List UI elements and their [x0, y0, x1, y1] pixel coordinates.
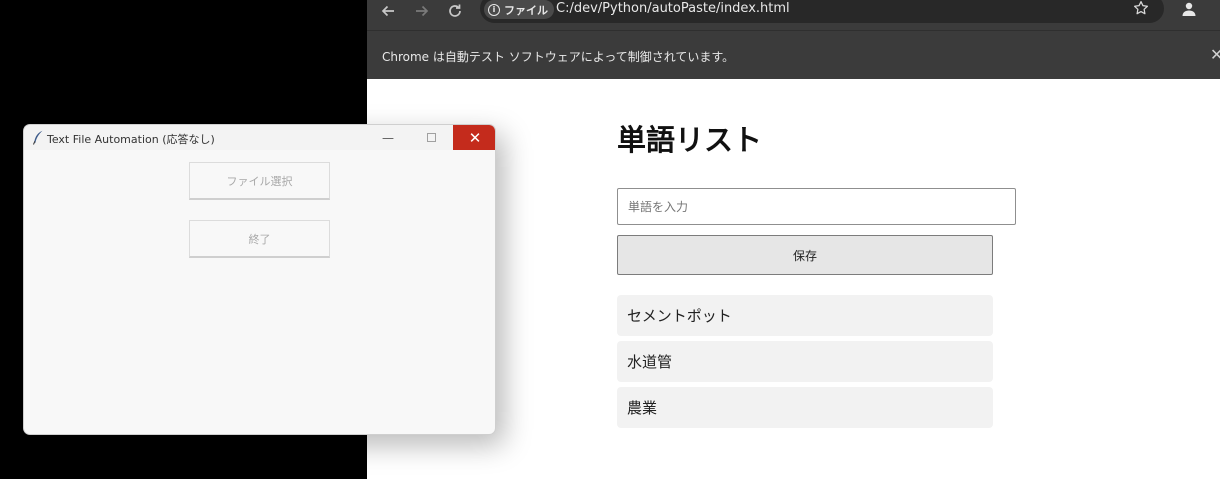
url-text[interactable]: C:/dev/Python/autoPaste/index.html — [556, 1, 790, 16]
save-button[interactable]: 保存 — [617, 235, 993, 275]
word-list-item: 農業 — [617, 387, 993, 428]
bookmark-star-icon[interactable] — [1132, 0, 1150, 17]
site-chip-label: ファイル — [504, 3, 548, 17]
window-titlebar[interactable]: Text File Automation (応答なし) — ✕ — [24, 125, 495, 150]
page-title: 単語リスト — [617, 123, 763, 157]
infobar-message: Chrome は自動テスト ソフトウェアによって制御されています。 — [382, 50, 735, 64]
info-icon: i — [488, 3, 500, 16]
word-list-item: 水道管 — [617, 341, 993, 382]
site-info-chip[interactable]: i ファイル — [484, 0, 554, 19]
automation-infobar: Chrome は自動テスト ソフトウェアによって制御されています。 ✕ — [367, 30, 1220, 79]
address-bar[interactable]: i ファイル C:/dev/Python/autoPaste/index.htm… — [480, 0, 1164, 23]
window-title: Text File Automation (応答なし) — [47, 133, 215, 146]
maximize-icon[interactable] — [410, 125, 452, 150]
tk-app-window: Text File Automation (応答なし) — ✕ ファイル選択 終… — [23, 124, 496, 435]
exit-button[interactable]: 終了 — [189, 220, 330, 258]
word-list-item: セメントポット — [617, 295, 993, 336]
forward-icon[interactable] — [407, 0, 437, 22]
select-file-button[interactable]: ファイル選択 — [189, 162, 330, 200]
infobar-close-icon[interactable]: ✕ — [1210, 45, 1220, 64]
minimize-icon[interactable]: — — [367, 125, 409, 150]
close-icon[interactable]: ✕ — [453, 125, 495, 150]
desktop: i ファイル C:/dev/Python/autoPaste/index.htm… — [0, 0, 1220, 479]
browser-toolbar: i ファイル C:/dev/Python/autoPaste/index.htm… — [367, 0, 1220, 30]
profile-icon[interactable] — [1175, 0, 1203, 21]
back-icon[interactable] — [373, 0, 403, 22]
word-input[interactable] — [617, 188, 1016, 225]
feather-icon — [33, 130, 43, 145]
reload-icon[interactable] — [440, 0, 470, 22]
